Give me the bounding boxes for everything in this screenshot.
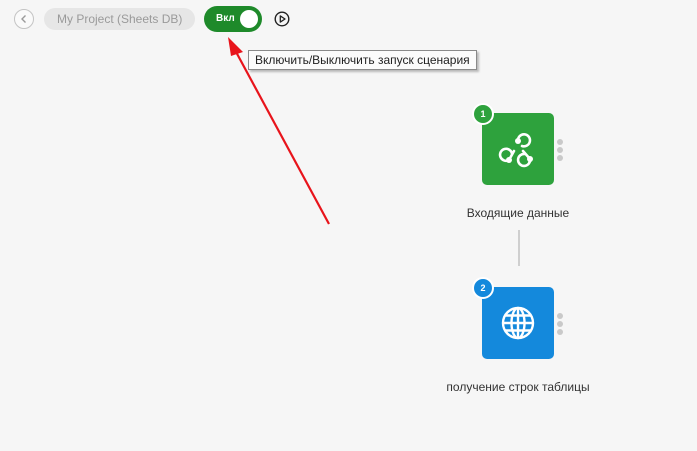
- node-connector: [518, 230, 520, 266]
- project-name[interactable]: My Project (Sheets DB): [44, 8, 196, 30]
- back-button[interactable]: [14, 9, 34, 29]
- node-number-badge: 2: [472, 277, 494, 299]
- play-icon: [274, 11, 290, 27]
- node-number-badge: 1: [472, 103, 494, 125]
- node-label: получение строк таблицы: [446, 380, 590, 394]
- toggle-label: Вкл: [216, 13, 235, 24]
- run-button[interactable]: [274, 11, 290, 27]
- node-label: Входящие данные: [466, 206, 570, 220]
- toggle-tooltip: Включить/Выключить запуск сценария: [248, 50, 477, 70]
- globe-icon: [501, 306, 535, 340]
- node-get-table-rows[interactable]: [482, 287, 554, 359]
- webhook-icon: [498, 133, 533, 168]
- scenario-toggle[interactable]: Вкл: [204, 6, 262, 32]
- node-menu-icon[interactable]: [557, 313, 563, 337]
- toggle-knob: [240, 10, 258, 28]
- node-incoming-data[interactable]: [482, 113, 554, 185]
- node-menu-icon[interactable]: [557, 139, 563, 163]
- chevron-left-icon: [21, 15, 26, 23]
